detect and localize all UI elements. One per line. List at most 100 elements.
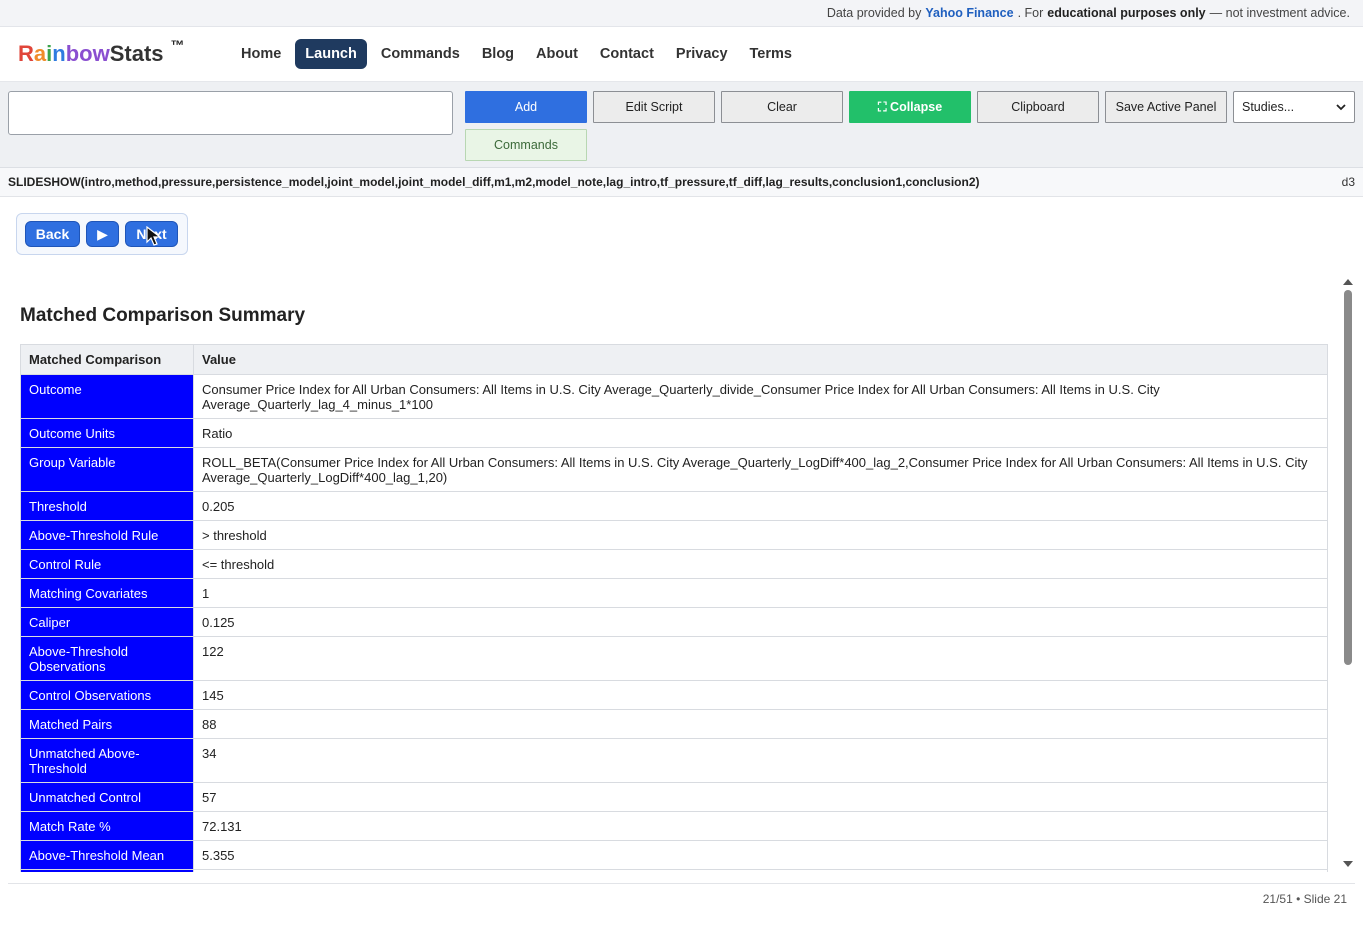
row-value: 34 [193,738,1328,783]
commands-button[interactable]: Commands [465,129,587,161]
script-tag: d3 [1341,175,1355,189]
brand-letter: Stats [109,41,164,66]
row-key: Threshold [20,491,194,521]
table-row: Control Rule <= threshold [20,549,1328,579]
row-key: Outcome Units [20,418,194,448]
collapse-button[interactable]: ⛶ Collapse [849,91,971,123]
table-row: Unmatched Control 57 [20,782,1328,812]
row-value: 72.131 [193,811,1328,841]
row-value: 5.355 [193,840,1328,870]
nav-link-commands[interactable]: Commands [373,39,468,69]
notice-prefix: Data provided by [826,6,922,20]
scroll-up-icon[interactable] [1343,279,1353,285]
studies-selected-value: Studies... [1242,100,1295,114]
slideshow-controls: Back ▶ Next [16,213,188,255]
nav-link-terms[interactable]: Terms [742,39,800,69]
command-input[interactable] [8,91,453,135]
row-value: <= threshold [193,549,1328,579]
row-value: 1 [193,578,1328,608]
table-row: Matched Pairs 88 [20,709,1328,739]
table-row: Outcome Consumer Price Index for All Urba… [20,374,1328,419]
table-row: Above-Threshold Rule > threshold [20,520,1328,550]
row-key: Match Rate % [20,811,194,841]
row-value: 145 [193,680,1328,710]
row-key: Group Variable [20,447,194,492]
slide-title: Matched Comparison Summary [20,305,306,326]
table-row: Above-Threshold Observations 122 [20,636,1328,681]
slide-status: 21/51 • Slide 21 [1262,891,1347,906]
table-row: Match Rate % 72.131 [20,811,1328,841]
column-header-value: Value [193,344,1328,375]
row-value: 88 [193,709,1328,739]
row-value: 57 [193,782,1328,812]
yahoo-finance-link[interactable]: Yahoo Finance [925,6,1013,20]
nav-link-blog[interactable]: Blog [474,39,522,69]
brand-letter: n [52,41,66,66]
slide-panel: Matched Comparison Summary Matched Compa… [8,276,1355,872]
brand-name: RainbowStats [18,41,164,67]
row-key: Unmatched Above-Threshold [20,738,194,783]
script-command: SLIDESHOW(intro,method,pressure,persiste… [8,175,980,189]
matched-comparison-table: Matched Comparison Value Outcome Consumer… [20,344,1328,872]
table-row: Unmatched Above-Threshold 34 [20,738,1328,783]
row-value: Consumer Price Index for All Urban Consu… [193,374,1328,419]
table-row: Outcome Units Ratio [20,418,1328,448]
notice-emphasis: educational purposes only [1047,6,1206,20]
table-row: Threshold 0.205 [20,491,1328,521]
row-key: Above-Threshold Rule [20,520,194,550]
brand-letter: R [18,41,34,66]
clipboard-button[interactable]: Clipboard [977,91,1099,123]
column-header-key: Matched Comparison [20,344,194,375]
row-value: 122 [193,636,1328,681]
vertical-scrollbar[interactable] [1341,276,1355,872]
brand-letter: o [79,41,93,66]
nav-link-contact[interactable]: Contact [592,39,662,69]
row-value: > threshold [193,520,1328,550]
row-value: 2.354 [193,869,1328,872]
brand-letter: b [65,41,80,66]
table-row: Control Observations 145 [20,680,1328,710]
save-active-panel-button[interactable]: Save Active Panel [1105,91,1227,123]
nav-link-home[interactable]: Home [233,39,289,69]
table-header-row: Matched Comparison Value [20,344,1328,375]
play-button[interactable]: ▶ [86,221,119,247]
table-row: Caliper 0.125 [20,607,1328,637]
table-row: Matching Covariates 1 [20,578,1328,608]
row-key: Caliper [20,607,194,637]
row-value: Ratio [193,418,1328,448]
brand-letter: w [92,41,110,66]
row-key: Control Rule [20,549,194,579]
row-key: Above-Threshold Mean [20,840,194,870]
scrollbar-thumb[interactable] [1344,290,1352,665]
brand-letter: a [33,41,47,66]
add-button[interactable]: Add [465,91,587,123]
active-script-line: SLIDESHOW(intro,method,pressure,persiste… [0,168,1363,197]
nav-link-launch[interactable]: Launch [295,39,367,69]
brand-logo[interactable]: RainbowStats ™ [18,37,233,67]
nav-link-privacy[interactable]: Privacy [668,39,736,69]
nav-links: Home Launch Commands Blog About Contact Privac… [233,39,800,69]
table-row: Group Variable ROLL_BETA(Consumer Price I… [20,447,1328,492]
studies-select[interactable]: Studies... [1233,91,1355,123]
table-row: Matched-Control Mean2.354 [20,869,1328,872]
row-value: 0.205 [193,491,1328,521]
notice-suffix: — not investment advice. [1209,6,1350,20]
row-value: ROLL_BETA(Consumer Price Index for All U… [193,447,1328,492]
clear-button[interactable]: Clear [721,91,843,123]
notice-middle: . For [1017,6,1044,20]
command-toolbar: Add Edit Script Clear ⛶ Collapse Clipboa… [0,82,1363,168]
chevron-down-icon [1336,100,1346,114]
row-key: Matched-Control Mean [20,869,194,872]
data-provider-notice: Data provided by Yahoo Finance . For edu… [0,0,1363,27]
row-key: Unmatched Control [20,782,194,812]
row-key: Matched Pairs [20,709,194,739]
trademark-symbol: ™ [170,37,185,53]
edit-script-button[interactable]: Edit Script [593,91,715,123]
table-row: Above-Threshold Mean 5.355 [20,840,1328,870]
row-key: Matching Covariates [20,578,194,608]
row-value: 0.125 [193,607,1328,637]
scroll-down-icon[interactable] [1343,861,1353,867]
slide-footer: 21/51 • Slide 21 [8,883,1355,913]
nav-link-about[interactable]: About [528,39,586,69]
back-button[interactable]: Back [25,221,80,247]
